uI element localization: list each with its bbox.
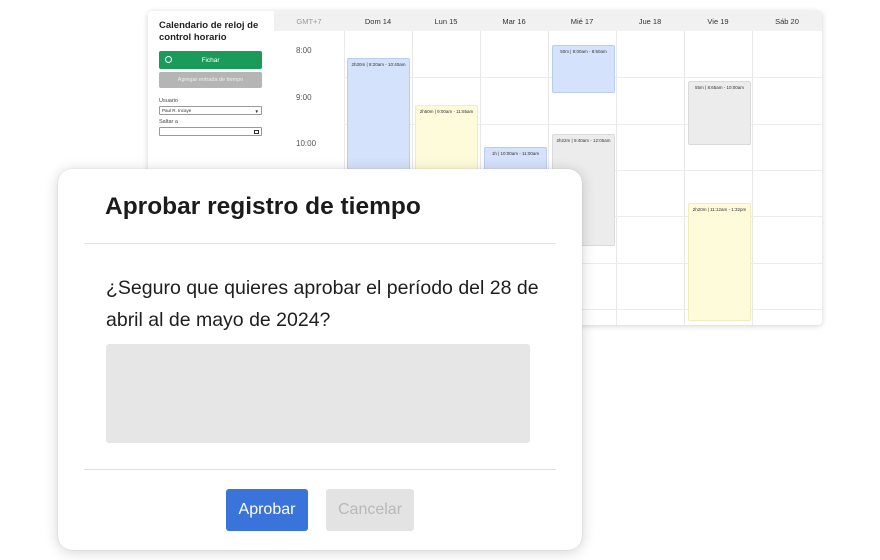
day-header[interactable]: Mar 16 xyxy=(480,11,548,31)
saltar-date-input[interactable] xyxy=(159,127,262,136)
grid-line xyxy=(684,31,685,325)
divider xyxy=(84,469,556,470)
day-header[interactable]: Lun 15 xyxy=(412,11,480,31)
saltar-label: Saltar a xyxy=(159,119,178,125)
add-time-entry-button[interactable]: Agregar entrada de tiempo xyxy=(159,72,262,88)
time-entry-event[interactable]: 2h20m | 11:12am - 1:32pm xyxy=(688,203,751,321)
calendar-icon xyxy=(254,129,259,134)
hour-label: 8:00 xyxy=(296,46,312,55)
fichar-label: Fichar xyxy=(201,56,220,64)
timezone-label: GMT+7 xyxy=(296,16,322,26)
sidebar-title: Calendario de reloj de control horario xyxy=(159,20,259,43)
comment-textarea[interactable] xyxy=(106,344,530,443)
fichar-button[interactable]: Fichar xyxy=(159,51,262,69)
calendar-header: GMT+7 Dom 14 Lun 15 Mar 16 Mié 17 Jue 18… xyxy=(274,11,822,31)
day-header[interactable]: Sáb 20 xyxy=(752,11,822,31)
day-header[interactable]: Vie 19 xyxy=(684,11,752,31)
chevron-down-icon: ▼ xyxy=(254,109,259,114)
day-header[interactable]: Dom 14 xyxy=(344,11,412,31)
time-entry-event[interactable]: 50m | 8:00am - 8:50am xyxy=(552,45,615,93)
dialog-message: ¿Seguro que quieres aprobar el período d… xyxy=(106,277,539,331)
grid-line xyxy=(616,31,617,325)
clock-icon xyxy=(165,56,172,63)
usuario-label: Usuario xyxy=(159,98,178,104)
approve-button[interactable]: Aprobar xyxy=(226,489,308,531)
day-header[interactable]: Jue 18 xyxy=(616,11,684,31)
divider xyxy=(84,243,556,244)
dialog-title: Aprobar registro de tiempo xyxy=(105,193,421,220)
time-entry-event[interactable]: 55m | 8:65am - 10:00am xyxy=(688,81,751,145)
day-header[interactable]: Mié 17 xyxy=(548,11,616,31)
usuario-select[interactable]: Paul R. Incaye ▼ xyxy=(159,106,262,115)
approve-time-dialog: Aprobar registro de tiempo ¿Seguro que q… xyxy=(58,169,582,550)
cancel-button[interactable]: Cancelar xyxy=(326,489,414,531)
grid-line xyxy=(752,31,753,325)
usuario-value: Paul R. Incaye xyxy=(162,108,192,113)
hour-label: 9:00 xyxy=(296,93,312,102)
hour-label: 10:00 xyxy=(296,139,317,148)
